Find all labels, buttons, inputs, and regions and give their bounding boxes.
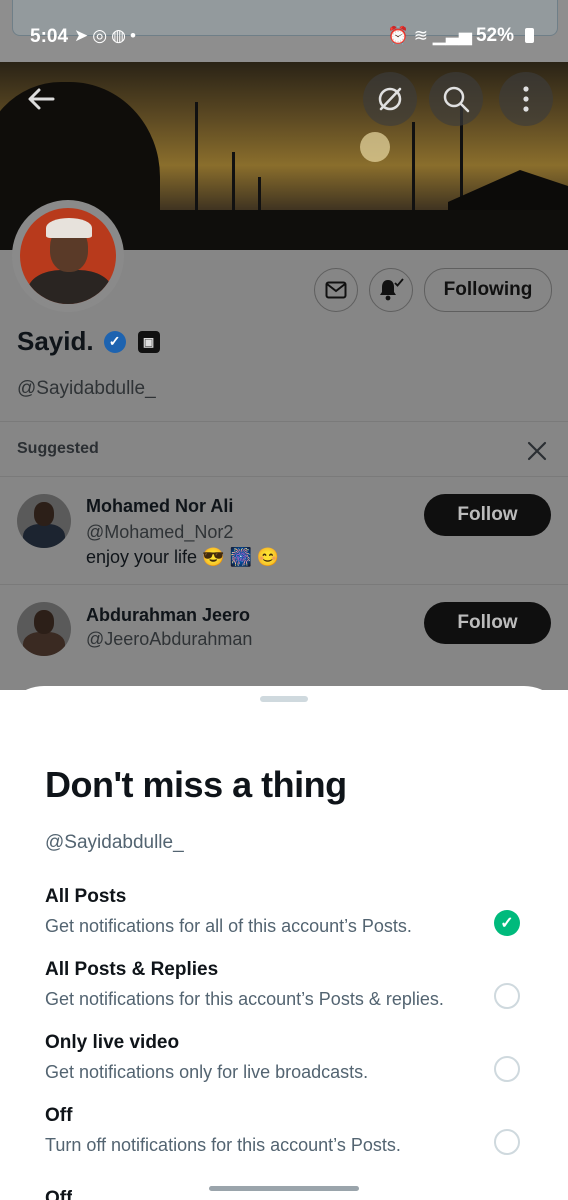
verified-badge-icon[interactable]: ✓: [103, 330, 126, 353]
divider: [0, 421, 568, 422]
suggested-user-handle: @Mohamed_Nor2: [86, 522, 234, 542]
status-time: 5:04: [30, 26, 69, 47]
search-button[interactable]: [429, 72, 483, 126]
telegram-icon: ➤: [74, 26, 93, 45]
option-title: All Posts: [45, 886, 127, 907]
bell-check-icon: [380, 278, 404, 301]
wifi-icon: ≋: [413, 26, 429, 45]
grok-icon: [378, 87, 402, 111]
sheet-handle: @Sayidabdulle_: [45, 832, 184, 853]
profile-name-row: Sayid. ✓ ▣: [17, 326, 160, 357]
option-description: Get notifications only for live broadcas…: [45, 1062, 369, 1082]
signal-icon: ▁▃▅: [432, 26, 472, 45]
suggested-user-bio: enjoy your life 😎 🎆 😊: [86, 547, 280, 567]
home-indicator[interactable]: [209, 1186, 359, 1191]
more-button[interactable]: [499, 72, 553, 126]
radio-unchecked-icon[interactable]: [494, 983, 520, 1009]
whatsapp-business-icon: ◎: [92, 26, 112, 45]
divider: [0, 584, 568, 585]
message-button[interactable]: [314, 268, 358, 312]
suggested-user-name[interactable]: Abdurahman Jeero: [86, 605, 250, 626]
radio-unchecked-icon[interactable]: [494, 1056, 520, 1082]
close-icon: [527, 441, 547, 461]
follow-button[interactable]: Follow: [424, 494, 551, 536]
alarm-icon: ⏰: [387, 26, 410, 45]
arrow-left-icon: [28, 88, 55, 110]
cut-off-option-label: Off: [45, 1188, 73, 1200]
status-bar: 5:04 ➤◎◍• ⏰ ≋ ▁▃▅ 52%: [0, 0, 568, 62]
battery-icon: [525, 28, 534, 43]
option-title: Only live video: [45, 1032, 180, 1053]
option-description: Get notifications for all of this accoun…: [45, 916, 412, 936]
radio-unchecked-icon[interactable]: [494, 1129, 520, 1155]
system-icons: ⏰ ≋ ▁▃▅: [388, 26, 472, 46]
more-vertical-icon: [523, 86, 529, 112]
notification-icons: ➤◎◍•: [74, 26, 140, 46]
suggested-user-name[interactable]: Mohamed Nor Ali: [86, 496, 233, 517]
search-icon: [443, 86, 470, 113]
profile-name: Sayid.: [17, 326, 94, 356]
dismiss-suggested-button[interactable]: [522, 436, 552, 466]
notification-settings-sheet: Don't miss a thing @Sayidabdulle_ All Po…: [0, 686, 568, 1200]
suggested-user-avatar[interactable]: [17, 494, 71, 548]
notifications-button[interactable]: [369, 268, 413, 312]
option-description: Turn off notifications for this account’…: [45, 1135, 401, 1155]
dot-icon: •: [129, 26, 140, 45]
option-title: Off: [45, 1105, 73, 1126]
sheet-title: Don't miss a thing: [45, 764, 347, 805]
profile-handle: @Sayidabdulle_: [17, 378, 156, 399]
grok-button[interactable]: [363, 72, 417, 126]
whatsapp-icon: ◍: [111, 26, 130, 45]
suggested-user-handle: @JeeroAbdurahman: [86, 629, 253, 649]
mail-icon: [325, 281, 347, 299]
divider: [0, 476, 568, 477]
sheet-grabber[interactable]: [260, 696, 308, 702]
following-button[interactable]: Following: [424, 268, 552, 312]
profile-avatar[interactable]: [12, 200, 124, 312]
radio-checked-icon[interactable]: ✓: [494, 910, 520, 936]
follow-button[interactable]: Follow: [424, 602, 551, 644]
option-title: All Posts & Replies: [45, 959, 219, 980]
option-description: Get notifications for this account’s Pos…: [45, 989, 444, 1009]
suggested-title: Suggested: [17, 440, 99, 457]
affiliate-badge-icon[interactable]: ▣: [137, 330, 160, 353]
back-button[interactable]: [22, 80, 60, 118]
battery-level: 52%: [475, 25, 514, 46]
suggested-user-avatar[interactable]: [17, 602, 71, 656]
